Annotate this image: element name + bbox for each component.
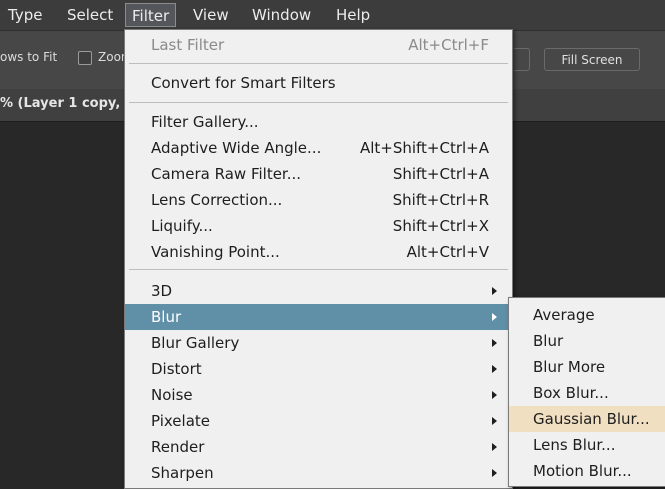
menu-item-label: Adaptive Wide Angle... (151, 139, 322, 157)
menu-view[interactable]: View (187, 3, 235, 27)
submenu-arrow-icon (492, 365, 497, 373)
menu-item-label: 3D (151, 282, 173, 300)
blur-submenu: Average Blur Blur More Box Blur... Gauss… (508, 297, 665, 487)
menu-select[interactable]: Select (61, 3, 119, 27)
menu-item-last-filter: Last Filter Alt+Ctrl+F (125, 33, 512, 57)
submenu-item-box-blur[interactable]: Box Blur... (509, 380, 665, 406)
menu-item-label: Lens Correction... (151, 191, 283, 209)
menu-item-label: Last Filter (151, 36, 225, 54)
document-tab-title[interactable]: % (Layer 1 copy, R (0, 96, 135, 111)
submenu-item-blur[interactable]: Blur (509, 328, 665, 354)
windows-to-fit-label[interactable]: ows to Fit (0, 50, 57, 64)
menu-item-label: Pixelate (151, 412, 210, 430)
menu-item-shortcut: Shift+Ctrl+X (392, 217, 489, 235)
submenu-arrow-icon (492, 443, 497, 451)
menu-help[interactable]: Help (330, 3, 376, 27)
submenu-item-label: Lens Blur... (533, 436, 616, 454)
submenu-arrow-icon (492, 469, 497, 477)
menu-item-filter-gallery[interactable]: Filter Gallery... (125, 110, 512, 134)
menu-bar: Type Select Filter View Window Help (0, 0, 665, 30)
menu-item-label: Blur (151, 308, 182, 326)
submenu-item-label: Blur More (533, 358, 606, 376)
menu-item-render[interactable]: Render (125, 435, 512, 459)
menu-item-label: Convert for Smart Filters (151, 74, 336, 92)
menu-item-shortcut: Shift+Ctrl+R (392, 191, 489, 209)
submenu-item-label: Box Blur... (533, 384, 609, 402)
submenu-item-label: Motion Blur... (533, 462, 632, 480)
menu-item-adaptive-wide-angle[interactable]: Adaptive Wide Angle... Alt+Shift+Ctrl+A (125, 136, 512, 160)
menu-item-shortcut: Shift+Ctrl+A (392, 165, 489, 183)
menu-item-label: Noise (151, 386, 193, 404)
menu-item-label: Liquify... (151, 217, 213, 235)
menu-separator (129, 102, 508, 103)
submenu-arrow-icon (492, 313, 497, 321)
menu-item-shortcut: Alt+Ctrl+F (408, 36, 489, 54)
zoom-all-windows-checkbox[interactable] (78, 51, 92, 65)
submenu-item-label: Blur (533, 332, 564, 350)
submenu-arrow-icon (492, 339, 497, 347)
menu-separator (129, 63, 508, 64)
submenu-arrow-icon (492, 417, 497, 425)
menu-item-blur-gallery[interactable]: Blur Gallery (125, 331, 512, 355)
menu-item-blur[interactable]: Blur (125, 304, 512, 330)
menu-item-shortcut: Alt+Shift+Ctrl+A (359, 139, 489, 157)
menu-item-label: Blur Gallery (151, 334, 240, 352)
submenu-arrow-icon (492, 391, 497, 399)
submenu-item-label: Average (533, 306, 595, 324)
fit-screen-button[interactable] (514, 48, 530, 71)
menu-item-liquify[interactable]: Liquify... Shift+Ctrl+X (125, 214, 512, 238)
menu-item-pixelate[interactable]: Pixelate (125, 409, 512, 433)
menu-item-label: Render (151, 438, 205, 456)
submenu-item-label: Gaussian Blur... (533, 410, 650, 428)
submenu-item-average[interactable]: Average (509, 302, 665, 328)
menu-filter[interactable]: Filter (125, 3, 177, 27)
submenu-item-blur-more[interactable]: Blur More (509, 354, 665, 380)
menu-item-distort[interactable]: Distort (125, 357, 512, 381)
submenu-arrow-icon (492, 287, 497, 295)
menu-item-convert-smart-filters[interactable]: Convert for Smart Filters (125, 71, 512, 95)
menu-item-label: Camera Raw Filter... (151, 165, 302, 183)
fill-screen-button[interactable]: Fill Screen (544, 48, 640, 71)
menu-item-shortcut: Alt+Ctrl+V (406, 243, 489, 261)
submenu-item-gaussian-blur[interactable]: Gaussian Blur... (509, 406, 665, 432)
menu-item-label: Vanishing Point... (151, 243, 280, 261)
menu-item-label: Filter Gallery... (151, 113, 259, 131)
menu-item-lens-correction[interactable]: Lens Correction... Shift+Ctrl+R (125, 188, 512, 212)
menu-type[interactable]: Type (2, 3, 48, 27)
menu-item-sharpen[interactable]: Sharpen (125, 461, 512, 485)
menu-item-3d[interactable]: 3D (125, 279, 512, 303)
submenu-item-lens-blur[interactable]: Lens Blur... (509, 432, 665, 458)
menu-item-label: Distort (151, 360, 202, 378)
filter-menu: Last Filter Alt+Ctrl+F Convert for Smart… (124, 29, 513, 489)
menu-item-label: Sharpen (151, 464, 214, 482)
menu-separator (129, 269, 508, 270)
submenu-item-motion-blur[interactable]: Motion Blur... (509, 458, 665, 484)
menu-item-noise[interactable]: Noise (125, 383, 512, 407)
menu-item-vanishing-point[interactable]: Vanishing Point... Alt+Ctrl+V (125, 240, 512, 264)
menu-item-camera-raw-filter[interactable]: Camera Raw Filter... Shift+Ctrl+A (125, 162, 512, 186)
menu-window[interactable]: Window (246, 3, 317, 27)
